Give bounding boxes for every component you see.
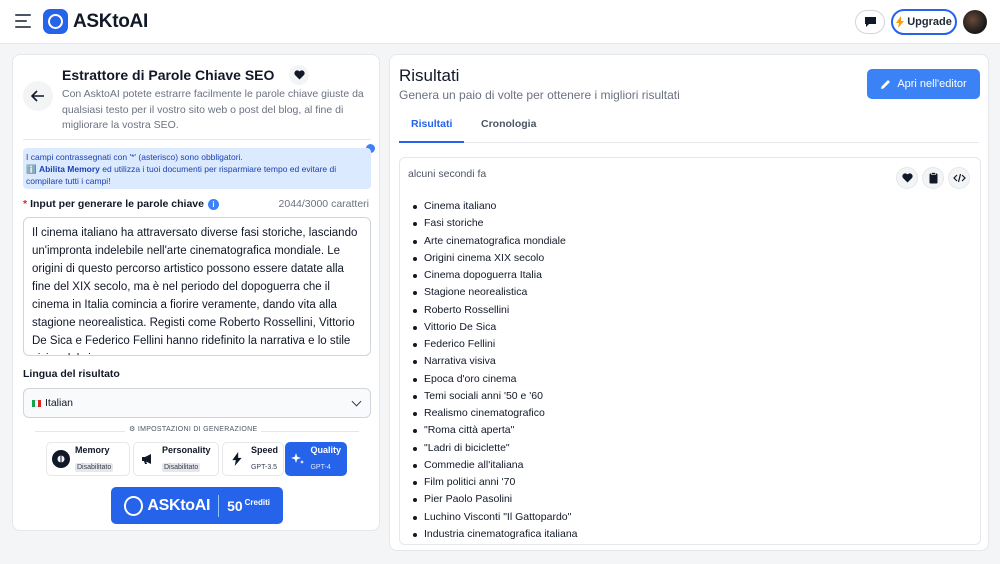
chat-button[interactable]: [855, 10, 885, 34]
run-brand: ASKtoAI: [147, 496, 211, 514]
notice-memory-text: ℹ️ Abilita Memory ed utilizza i tuoi doc…: [26, 163, 368, 187]
logo-icon: [43, 9, 68, 34]
option-speed[interactable]: Speed GPT-3.5: [222, 442, 284, 476]
option-status: Disabilitato: [162, 462, 201, 472]
keyword-item: "Ladri di biciclette": [412, 440, 578, 457]
italy-flag-icon: [32, 399, 41, 407]
top-bar: ASKtoAI Upgrade: [0, 0, 1000, 44]
copy-button[interactable]: [922, 167, 944, 189]
logo-icon: [124, 495, 144, 516]
settings-title: ⚙ IMPOSTAZIONI DI GENERAZIONE: [125, 425, 262, 433]
option-label: Personality: [162, 444, 211, 455]
option-status: Disabilitato: [75, 462, 114, 472]
language-label: Lingua del risultato: [23, 368, 120, 380]
tab-cronologia[interactable]: Cronologia: [469, 117, 548, 143]
language-value: Italian: [45, 397, 74, 409]
lightning-icon: [228, 450, 246, 468]
open-editor-button[interactable]: Apri nell'editor: [867, 69, 980, 99]
notice-required-text: I campi contrassegnati con '*' (asterisc…: [26, 152, 243, 162]
heart-icon: [293, 70, 305, 80]
keyword-item: Industria cinematografica italiana: [412, 526, 578, 543]
code-view-button[interactable]: [948, 167, 970, 189]
code-icon: [952, 173, 966, 183]
keyword-item: Cinema dopoguerra Italia: [412, 267, 578, 284]
pencil-icon: [881, 79, 891, 89]
keyword-list: Cinema italiano Fasi storiche Arte cinemat…: [412, 198, 578, 543]
result-timestamp: alcuni secondi fa: [408, 168, 487, 180]
keyword-item: Fasi storiche: [412, 215, 578, 232]
keyword-item: "Roma città aperta": [412, 422, 578, 439]
keyword-item: Film politici anni '70: [412, 474, 578, 491]
upgrade-button[interactable]: Upgrade: [891, 9, 957, 35]
option-personality[interactable]: Personality Disabilitato: [133, 442, 219, 476]
option-quality[interactable]: Quality GPT-4: [285, 442, 347, 476]
option-label: Memory: [75, 444, 110, 455]
sparkles-icon: [291, 450, 305, 468]
settings-title-text: IMPOSTAZIONI DI GENERAZIONE: [137, 426, 258, 433]
tool-description: Con AsktoAI potete estrarre facilmente l…: [62, 88, 364, 131]
lightning-icon: [896, 16, 905, 28]
upgrade-label: Upgrade: [907, 16, 952, 28]
info-icon[interactable]: i: [208, 198, 219, 210]
keyword-item: Commedie all'italiana: [412, 457, 578, 474]
keyword-item: Origini cinema XIX secolo: [412, 250, 578, 267]
keyword-item: Roberto Rossellini: [412, 302, 578, 319]
info-notice: I campi contrassegnati con '*' (asterisc…: [23, 148, 371, 189]
keyword-input-textarea[interactable]: Il cinema italiano ha attraversato diver…: [23, 217, 371, 356]
brain-icon: [52, 450, 70, 468]
keyword-item: Vittorio De Sica: [412, 319, 578, 336]
divider: [23, 139, 371, 140]
option-model: GPT-3.5: [250, 463, 278, 471]
arrow-left-icon: [31, 90, 44, 102]
info-icon: ℹ️: [26, 164, 39, 174]
favorite-button[interactable]: [289, 65, 309, 85]
keyword-item: Stagione neorealistica: [412, 284, 578, 301]
brand-name: ASKtoAI: [73, 10, 148, 32]
language-select[interactable]: Italian: [23, 388, 371, 418]
keyword-item: Temi sociali anni '50 e '60: [412, 388, 578, 405]
divider: [218, 494, 220, 517]
tool-title: Estrattore di Parole Chiave SEO: [62, 67, 275, 83]
keyword-item: Epoca d'oro cinema: [412, 371, 578, 388]
favorite-result-button[interactable]: [896, 167, 918, 189]
enable-memory-link[interactable]: Abilita Memory: [39, 164, 100, 174]
megaphone-icon: [139, 450, 157, 468]
option-memory[interactable]: Memory Disabilitato: [46, 442, 130, 476]
keyword-item: Realismo cinematografico: [412, 405, 578, 422]
brand-logo[interactable]: ASKtoAI: [43, 9, 148, 34]
required-mark: *: [23, 198, 28, 210]
option-label: Quality: [310, 444, 341, 455]
tool-panel: Estrattore di Parole Chiave SEO Con Askt…: [12, 54, 380, 531]
option-model: GPT-4: [310, 463, 331, 471]
hamburger-icon[interactable]: [15, 14, 31, 28]
keyword-item: Cinema italiano: [412, 198, 578, 215]
keyword-item: Narrativa visiva: [412, 353, 578, 370]
clipboard-icon: [929, 172, 937, 184]
generate-button[interactable]: ASKtoAI 50 Crediti: [111, 487, 283, 524]
results-title: Risultati: [399, 66, 460, 85]
results-subtitle: Genera un paio di volte per ottenere i m…: [399, 88, 680, 102]
keyword-item: Luchino Visconti "Il Gattopardo": [412, 509, 578, 526]
open-editor-label: Apri nell'editor: [897, 78, 967, 90]
option-label: Speed: [250, 444, 278, 455]
result-card: alcuni secondi fa Cinema italiano Fasi st…: [399, 157, 981, 545]
keyword-item: Federico Fellini: [412, 336, 578, 353]
chevron-down-icon: [351, 396, 362, 407]
keyword-item: Pier Paolo Pasolini: [412, 491, 578, 508]
results-tabs: Risultati Cronologia: [399, 117, 979, 143]
credits-label: Crediti: [244, 497, 270, 507]
input-label-text: Input per generare le parole chiave: [30, 198, 204, 210]
avatar[interactable]: [963, 10, 987, 34]
tab-risultati[interactable]: Risultati: [399, 117, 465, 143]
keyword-item: Arte cinematografica mondiale: [412, 233, 578, 250]
credits-value: 50: [227, 497, 243, 514]
char-counter: 2044/3000 caratteri: [278, 198, 369, 210]
results-panel: Risultati Genera un paio di volte per ot…: [389, 54, 989, 551]
back-button[interactable]: [23, 81, 53, 111]
chat-bubble-icon: [864, 17, 876, 27]
heart-icon: [901, 173, 913, 183]
credits-cost: 50 Crediti: [227, 498, 270, 514]
